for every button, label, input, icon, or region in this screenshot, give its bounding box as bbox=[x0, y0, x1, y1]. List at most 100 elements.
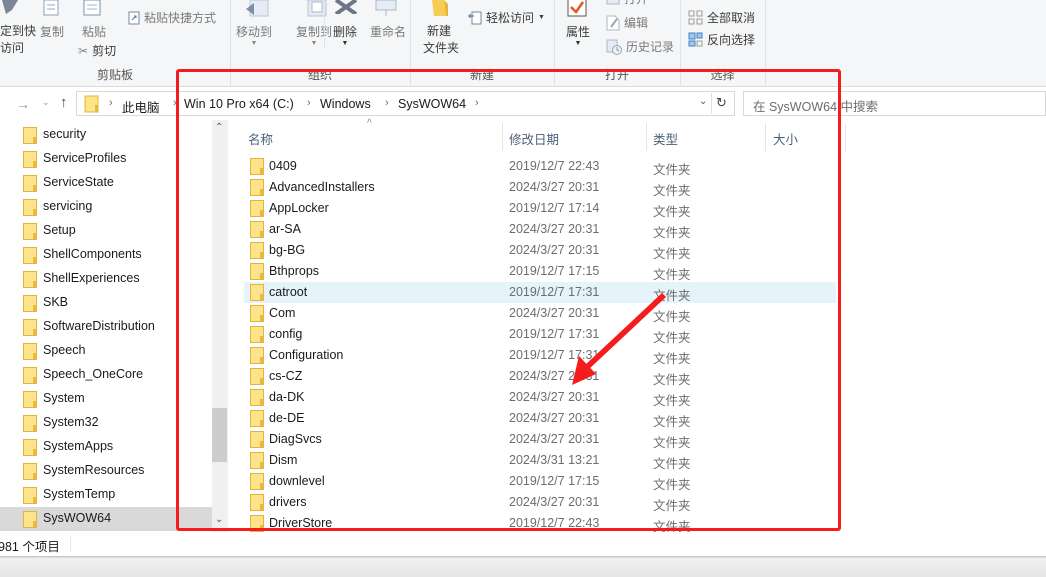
folder-icon bbox=[250, 431, 264, 448]
nav-item[interactable]: SoftwareDistribution bbox=[0, 315, 212, 339]
column-header-date[interactable]: 修改日期 bbox=[509, 129, 559, 148]
paste-shortcut-icon bbox=[128, 11, 140, 24]
file-row[interactable]: AdvancedInstallers 2024/3/27 20:31 文件夹 bbox=[244, 177, 836, 198]
organize-group: 移动到 ▼ 复制到 ▼ 删除 ▼ 重命名 组织 bbox=[230, 0, 411, 86]
pin-to-quick-access-button[interactable]: 定到快 访问 bbox=[0, 23, 36, 57]
column-divider[interactable] bbox=[646, 123, 647, 151]
up-button[interactable]: ↑ bbox=[60, 94, 68, 111]
folder-icon bbox=[250, 200, 264, 217]
column-divider[interactable] bbox=[845, 123, 846, 151]
properties-icon bbox=[567, 0, 587, 17]
new-folder-button[interactable]: 新建 文件夹 bbox=[423, 23, 459, 57]
move-to-button[interactable]: 移动到 ▼ bbox=[236, 23, 272, 48]
file-date: 2024/3/27 20:31 bbox=[509, 390, 600, 404]
breadcrumb-separator: › bbox=[173, 97, 177, 109]
nav-item[interactable]: Setup bbox=[0, 219, 212, 243]
file-row[interactable]: da-DK 2024/3/27 20:31 文件夹 bbox=[244, 387, 836, 408]
delete-button[interactable]: 删除 ▼ bbox=[333, 23, 357, 48]
scroll-down-icon[interactable]: ⌄ bbox=[215, 514, 223, 525]
file-row[interactable]: Bthprops 2019/12/7 17:15 文件夹 bbox=[244, 261, 836, 282]
properties-button[interactable]: 属性 ▼ bbox=[566, 23, 590, 48]
breadcrumb-windows[interactable]: Windows bbox=[320, 97, 371, 111]
file-type: 文件夹 bbox=[653, 205, 691, 219]
history-icon bbox=[606, 39, 622, 55]
edit-button[interactable]: 编辑 bbox=[606, 14, 648, 31]
nav-item[interactable]: SystemTemp bbox=[0, 483, 212, 507]
file-name: bg-BG bbox=[269, 243, 306, 257]
open-button[interactable]: 打开 bbox=[606, 0, 648, 7]
history-label: 历史记录 bbox=[626, 40, 675, 54]
paste-button[interactable]: 粘贴 bbox=[82, 23, 106, 40]
recent-locations-button[interactable]: ⌄ bbox=[42, 97, 50, 108]
copy-to-button[interactable]: 复制到 ▼ bbox=[296, 23, 332, 48]
breadcrumb-drive-c[interactable]: Win 10 Pro x64 (C:) bbox=[184, 97, 294, 111]
select-group-label: 选择 bbox=[710, 68, 735, 82]
nav-item[interactable]: ShellExperiences bbox=[0, 267, 212, 291]
item-count: 981 个项目 bbox=[0, 540, 60, 554]
file-row[interactable]: Configuration 2019/12/7 17:31 文件夹 bbox=[244, 345, 836, 366]
nav-item[interactable]: ServiceState bbox=[0, 171, 212, 195]
column-header-type[interactable]: 类型 bbox=[653, 129, 678, 148]
nav-item[interactable]: SysWOW64 bbox=[0, 507, 212, 531]
folder-icon bbox=[23, 127, 37, 144]
file-row[interactable]: AppLocker 2019/12/7 17:14 文件夹 bbox=[244, 198, 836, 219]
nav-item[interactable]: Speech bbox=[0, 339, 212, 363]
file-row[interactable]: config 2019/12/7 17:31 文件夹 bbox=[244, 324, 836, 345]
nav-item[interactable]: servicing bbox=[0, 195, 212, 219]
nav-item-label: System32 bbox=[43, 415, 99, 429]
nav-scrollbar[interactable]: ⌃ ⌄ bbox=[212, 120, 228, 532]
file-row[interactable]: 0409 2019/12/7 22:43 文件夹 bbox=[244, 156, 836, 177]
scrollbar-thumb[interactable] bbox=[212, 408, 227, 462]
refresh-icon[interactable]: ↻ bbox=[716, 95, 727, 111]
invert-selection-button[interactable]: 反向选择 bbox=[688, 31, 755, 48]
rename-button[interactable]: 重命名 bbox=[370, 23, 406, 40]
file-row[interactable]: de-DE 2024/3/27 20:31 文件夹 bbox=[244, 408, 836, 429]
file-name: Bthprops bbox=[269, 264, 320, 278]
file-row[interactable]: drivers 2024/3/27 20:31 文件夹 bbox=[244, 492, 836, 513]
file-row[interactable]: ar-SA 2024/3/27 20:31 文件夹 bbox=[244, 219, 836, 240]
scroll-up-icon[interactable]: ⌃ bbox=[215, 122, 223, 133]
file-row[interactable]: DriverStore 2019/12/7 22:43 文件夹 bbox=[244, 513, 836, 534]
nav-item[interactable]: SystemResources bbox=[0, 459, 212, 483]
search-input[interactable]: 在 SysWOW64 中搜索 bbox=[743, 91, 1046, 116]
select-none-button[interactable]: 全部取消 bbox=[688, 9, 755, 26]
nav-item-label: servicing bbox=[43, 199, 93, 213]
select-none-icon bbox=[688, 10, 703, 25]
address-bar[interactable]: › 此电脑 › Win 10 Pro x64 (C:) › Windows › … bbox=[76, 91, 735, 116]
scissors-icon: ✂ bbox=[78, 43, 89, 58]
nav-item[interactable]: Speech_OneCore bbox=[0, 363, 212, 387]
file-row[interactable]: downlevel 2019/12/7 17:15 文件夹 bbox=[244, 471, 836, 492]
breadcrumb-syswow64[interactable]: SysWOW64 bbox=[398, 97, 466, 111]
nav-item[interactable]: ShellComponents bbox=[0, 243, 212, 267]
address-dropdown-icon[interactable]: ⌄ bbox=[699, 96, 707, 107]
nav-item[interactable]: SKB bbox=[0, 291, 212, 315]
easy-access-button[interactable]: 轻松访问 ▼ bbox=[468, 9, 545, 26]
file-row[interactable]: catroot 2019/12/7 17:31 文件夹 bbox=[244, 282, 836, 303]
file-name: da-DK bbox=[269, 390, 305, 404]
pin-icon bbox=[2, 0, 18, 14]
breadcrumb-this-pc[interactable]: 此电脑 bbox=[122, 97, 160, 116]
folder-icon bbox=[84, 95, 99, 113]
file-row[interactable]: DiagSvcs 2024/3/27 20:31 文件夹 bbox=[244, 429, 836, 450]
column-divider[interactable] bbox=[765, 123, 766, 151]
column-divider[interactable] bbox=[502, 123, 503, 151]
column-header-size[interactable]: 大小 bbox=[773, 129, 798, 148]
invert-selection-label: 反向选择 bbox=[707, 33, 756, 47]
column-header-name[interactable]: 名称 bbox=[248, 129, 273, 148]
nav-item[interactable]: security bbox=[0, 123, 212, 147]
nav-item[interactable]: SystemApps bbox=[0, 435, 212, 459]
file-row[interactable]: cs-CZ 2024/3/27 20:31 文件夹 bbox=[244, 366, 836, 387]
file-row[interactable]: Com 2024/3/27 20:31 文件夹 bbox=[244, 303, 836, 324]
file-row[interactable]: Dism 2024/3/31 13:21 文件夹 bbox=[244, 450, 836, 471]
paste-shortcut-button[interactable]: 粘贴快捷方式 bbox=[128, 9, 216, 26]
forward-button[interactable]: → bbox=[16, 96, 30, 112]
nav-item[interactable]: System bbox=[0, 387, 212, 411]
folder-icon bbox=[250, 284, 264, 301]
file-row[interactable]: bg-BG 2024/3/27 20:31 文件夹 bbox=[244, 240, 836, 261]
nav-item[interactable]: ServiceProfiles bbox=[0, 147, 212, 171]
nav-item[interactable]: System32 bbox=[0, 411, 212, 435]
copy-button[interactable]: 复制 bbox=[40, 23, 64, 40]
clipboard-group: 定到快 访问 复制 粘贴 粘贴快捷方式 ✂ 剪切 剪贴板 bbox=[0, 0, 231, 86]
cut-button[interactable]: ✂ 剪切 bbox=[78, 42, 116, 59]
history-button[interactable]: 历史记录 bbox=[606, 38, 674, 55]
